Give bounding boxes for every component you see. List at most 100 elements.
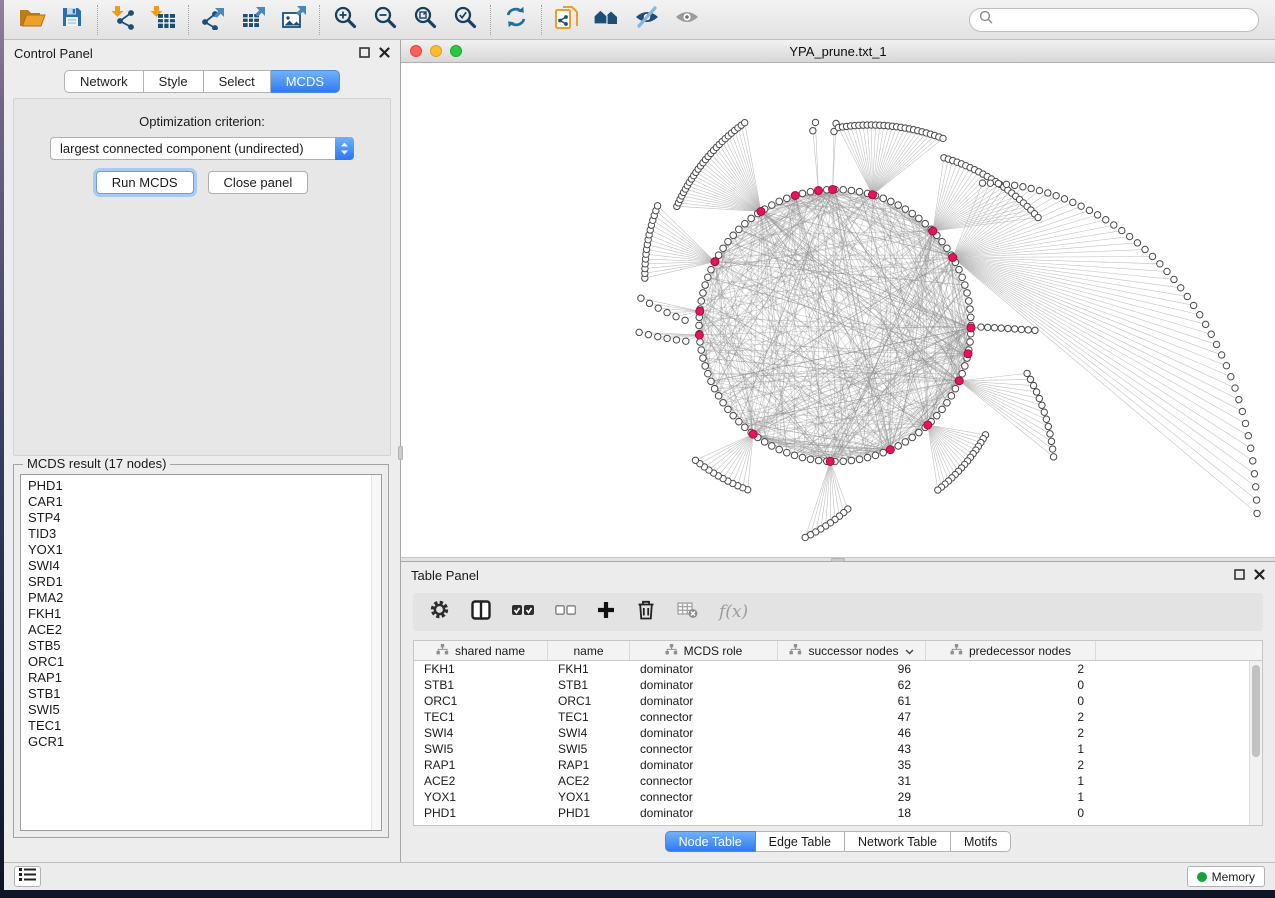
search-box[interactable] (969, 8, 1259, 32)
table-cell[interactable]: 96 (778, 662, 926, 676)
mcds-result-item[interactable]: STB5 (21, 638, 381, 654)
deselect-all-button[interactable] (555, 602, 576, 623)
table-cell[interactable]: connector (630, 742, 778, 756)
table-cell[interactable]: 43 (778, 742, 926, 756)
tab-motifs[interactable]: Motifs (951, 831, 1011, 852)
mcds-result-item[interactable]: SWI5 (21, 702, 381, 718)
table-cell[interactable]: STB1 (548, 678, 630, 692)
column-header-shared-name[interactable]: shared name (414, 641, 548, 660)
table-cell[interactable]: 0 (926, 678, 1096, 692)
show-all-button[interactable] (667, 3, 707, 37)
table-cell[interactable]: ORC1 (414, 694, 548, 708)
mcds-result-item[interactable]: TEC1 (21, 718, 381, 734)
table-cell[interactable]: connector (630, 710, 778, 724)
tab-select[interactable]: Select (204, 70, 271, 93)
mcds-result-item[interactable]: STB1 (21, 686, 381, 702)
table-cell[interactable]: dominator (630, 726, 778, 740)
mcds-result-item[interactable]: SWI4 (21, 558, 381, 574)
table-cell[interactable]: dominator (630, 806, 778, 820)
maximize-window-icon[interactable] (450, 45, 462, 57)
select-all-button[interactable] (512, 602, 534, 623)
table-row[interactable]: SWI4SWI4dominator462 (414, 725, 1262, 741)
criterion-dropdown[interactable]: largest connected component (undirected) (50, 137, 354, 160)
table-cell[interactable]: FKH1 (414, 662, 548, 676)
mcds-result-item[interactable]: PMA2 (21, 590, 381, 606)
delete-column-button[interactable] (636, 599, 656, 625)
import-table-button[interactable] (143, 3, 183, 37)
table-cell[interactable]: 46 (778, 726, 926, 740)
table-cell[interactable]: ACE2 (548, 774, 630, 788)
table-cell[interactable]: 2 (926, 710, 1096, 724)
table-row[interactable]: STB1STB1dominator620 (414, 677, 1262, 693)
tab-network[interactable]: Network (64, 70, 144, 93)
table-row[interactable]: SWI5SWI5connector431 (414, 741, 1262, 757)
table-cell[interactable]: 18 (778, 806, 926, 820)
table-cell[interactable]: RAP1 (548, 758, 630, 772)
close-panel-button[interactable]: Close panel (208, 171, 309, 194)
zoom-selected-button[interactable] (445, 3, 485, 37)
table-cell[interactable]: TEC1 (414, 710, 548, 724)
table-cell[interactable]: 61 (778, 694, 926, 708)
table-row[interactable]: ORC1ORC1dominator610 (414, 693, 1262, 709)
table-cell[interactable]: YOX1 (548, 790, 630, 804)
table-cell[interactable]: 2 (926, 662, 1096, 676)
mcds-result-item[interactable]: YOX1 (21, 542, 381, 558)
table-cell[interactable]: 62 (778, 678, 926, 692)
export-network-button[interactable] (194, 3, 234, 37)
duplicate-network-button[interactable] (547, 3, 587, 37)
tab-edge-table[interactable]: Edge Table (756, 831, 845, 852)
table-cell[interactable]: connector (630, 790, 778, 804)
table-cell[interactable]: 1 (926, 774, 1096, 788)
table-cell[interactable]: SWI5 (548, 742, 630, 756)
tab-node-table[interactable]: Node Table (665, 831, 756, 852)
table-cell[interactable]: 1 (926, 742, 1096, 756)
search-input[interactable] (999, 13, 1249, 27)
table-cell[interactable]: connector (630, 774, 778, 788)
mcds-result-item[interactable]: FKH1 (21, 606, 381, 622)
table-cell[interactable]: 31 (778, 774, 926, 788)
table-row[interactable]: FKH1FKH1dominator962 (414, 661, 1262, 677)
column-header-successor-nodes[interactable]: successor nodes (778, 641, 926, 660)
import-network-button[interactable] (103, 3, 143, 37)
export-image-button[interactable] (274, 3, 314, 37)
table-row[interactable]: PHD1PHD1dominator180 (414, 805, 1262, 821)
table-cell[interactable]: 47 (778, 710, 926, 724)
mcds-result-item[interactable]: ORC1 (21, 654, 381, 670)
task-history-button[interactable] (14, 866, 41, 887)
save-session-button[interactable] (52, 3, 92, 37)
float-panel-icon[interactable] (359, 46, 370, 61)
table-cell[interactable]: PHD1 (414, 806, 548, 820)
export-table-button[interactable] (234, 3, 274, 37)
table-row[interactable]: RAP1RAP1dominator352 (414, 757, 1262, 773)
memory-button[interactable]: Memory (1187, 866, 1265, 887)
table-cell[interactable]: 2 (926, 758, 1096, 772)
network-canvas[interactable] (401, 63, 1275, 557)
zoom-out-button[interactable] (365, 3, 405, 37)
table-cell[interactable]: SWI4 (414, 726, 548, 740)
close-panel-icon[interactable] (379, 46, 390, 61)
table-row[interactable]: YOX1YOX1connector291 (414, 789, 1262, 805)
table-scrollbar[interactable] (1249, 661, 1262, 825)
table-cell[interactable]: 0 (926, 806, 1096, 820)
close-panel-icon[interactable] (1254, 568, 1265, 583)
table-cell[interactable]: PHD1 (548, 806, 630, 820)
open-file-button[interactable] (12, 3, 52, 37)
table-cell[interactable]: 2 (926, 726, 1096, 740)
mcds-result-item[interactable]: RAP1 (21, 670, 381, 686)
tab-style[interactable]: Style (144, 70, 204, 93)
column-header-predecessor-nodes[interactable]: predecessor nodes (926, 641, 1096, 660)
table-cell[interactable]: dominator (630, 662, 778, 676)
zoom-in-button[interactable] (325, 3, 365, 37)
vertical-splitter-handle[interactable] (398, 446, 403, 460)
table-cell[interactable]: 0 (926, 694, 1096, 708)
table-cell[interactable]: SWI4 (548, 726, 630, 740)
mcds-result-item[interactable]: GCR1 (21, 734, 381, 750)
table-row[interactable]: ACE2ACE2connector311 (414, 773, 1262, 789)
table-cell[interactable]: YOX1 (414, 790, 548, 804)
table-cell[interactable]: 35 (778, 758, 926, 772)
table-settings-button[interactable] (429, 599, 450, 625)
mcds-result-item[interactable]: SRD1 (21, 574, 381, 590)
refresh-button[interactable] (496, 3, 536, 37)
table-cell[interactable]: dominator (630, 758, 778, 772)
mcds-result-item[interactable]: STP4 (21, 510, 381, 526)
